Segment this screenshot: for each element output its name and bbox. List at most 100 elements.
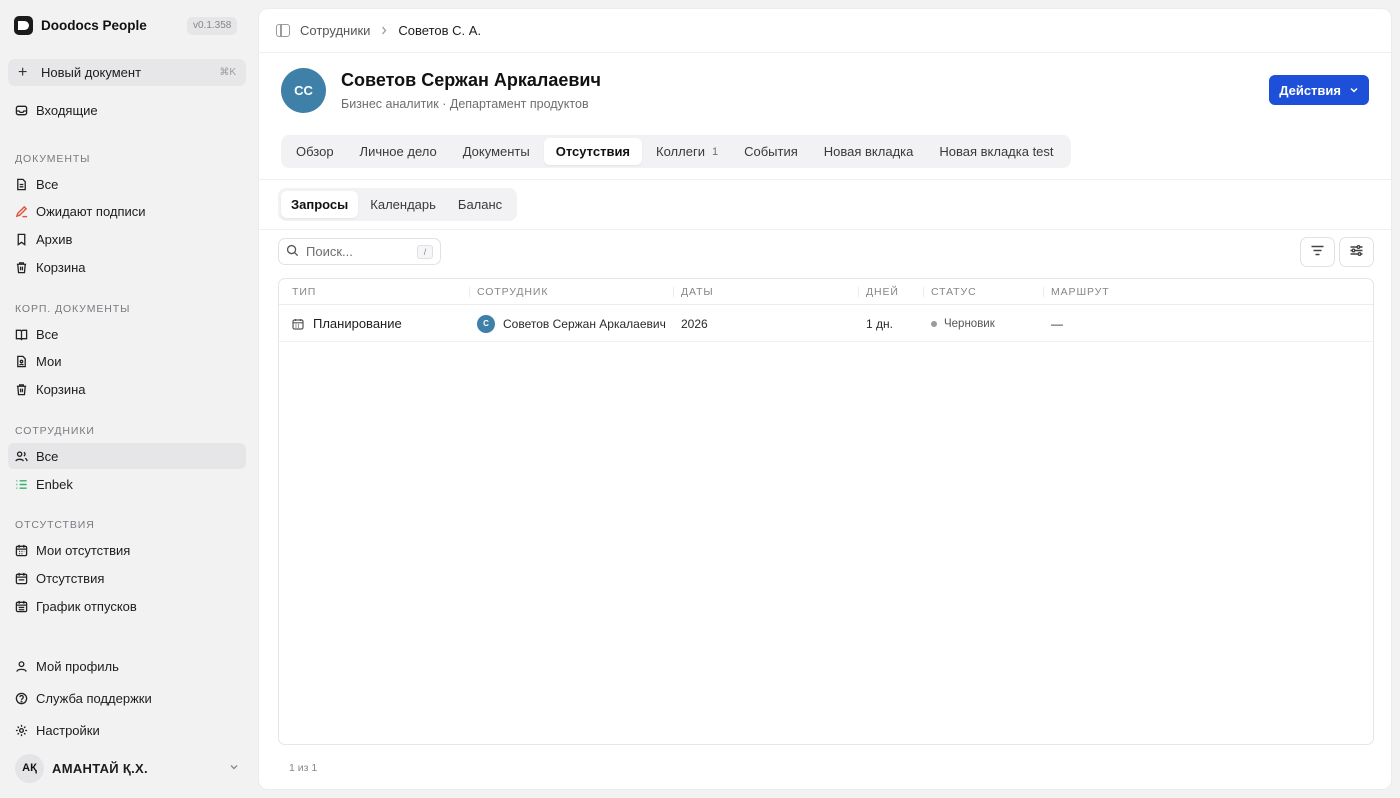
column-divider <box>469 287 470 297</box>
cell-type: Планирование <box>292 305 402 342</box>
column-route[interactable]: МАРШРУТ <box>1051 279 1110 305</box>
sidebar-item-label: Мои отсутствия <box>36 542 131 558</box>
actions-label: Действия <box>1279 82 1341 98</box>
tab-requests[interactable]: Запросы <box>281 191 359 218</box>
column-dates[interactable]: ДАТЫ <box>681 279 714 305</box>
filter-button[interactable] <box>1300 237 1335 267</box>
sidebar-item-employees-all[interactable]: Все <box>8 443 246 469</box>
tab-calendar[interactable]: Календарь <box>360 191 446 218</box>
sidebar-item-label: Корзина <box>36 259 86 275</box>
sidebar-item-label: Отсутствия <box>36 570 105 586</box>
section-employees: СОТРУДНИКИ <box>15 425 95 437</box>
brand[interactable]: Doodocs People <box>14 16 147 35</box>
user-icon <box>15 660 28 673</box>
tab-label: Баланс <box>457 197 503 212</box>
sidebar: Doodocs People v0.1.358 + Новый документ… <box>0 0 258 798</box>
chevron-down-icon <box>229 762 239 775</box>
cell-type-label: Планирование <box>313 316 402 331</box>
view-settings-button[interactable] <box>1339 237 1374 267</box>
section-documents: ДОКУМЕНТЫ <box>15 153 91 165</box>
search-icon <box>286 244 306 260</box>
calendar-days-icon <box>15 600 28 613</box>
table-row[interactable]: Планирование С Советов Сержан Аркалаевич… <box>279 305 1373 342</box>
tab-label: Обзор <box>296 144 334 159</box>
trash-icon <box>15 383 28 396</box>
sidebar-item-trash[interactable]: Корзина <box>8 254 246 280</box>
sidebar-item-vacation-schedule[interactable]: График отпусков <box>8 593 246 619</box>
tab-documents[interactable]: Документы <box>451 138 542 165</box>
sidebar-item-my-absences[interactable]: Мои отсутствия <box>8 537 246 563</box>
topbar: Сотрудники Советов С. А. <box>259 9 1391 53</box>
sidebar-item-label: Служба поддержки <box>36 690 152 706</box>
tab-label: Личное дело <box>359 144 437 159</box>
tab-events[interactable]: События <box>732 138 810 165</box>
column-divider <box>858 287 859 297</box>
tab-new-test[interactable]: Новая вкладка test <box>927 138 1065 165</box>
sidebar-item-label: Enbek <box>36 476 73 492</box>
column-days[interactable]: ДНЕЙ <box>866 279 899 305</box>
tab-colleagues[interactable]: Коллеги 1 <box>644 138 730 165</box>
sidebar-item-corp-trash[interactable]: Корзина <box>8 376 246 402</box>
search-input[interactable] <box>306 244 406 259</box>
calendar-icon <box>15 544 28 557</box>
new-document-button[interactable]: + Новый документ ⌘K <box>8 59 246 86</box>
bookmark-icon <box>15 233 28 246</box>
user-menu[interactable]: AҚ АМАНТАЙ Қ.Х. <box>8 752 246 784</box>
avatar: AҚ <box>15 753 44 783</box>
tab-overview[interactable]: Обзор <box>284 138 346 165</box>
calendar-icon <box>292 318 304 330</box>
sidebar-item-my-profile[interactable]: Мой профиль <box>8 653 246 679</box>
pen-icon <box>15 205 28 218</box>
sidebar-item-support[interactable]: Служба поддержки <box>8 685 246 711</box>
avatar: С <box>477 314 495 333</box>
cell-dates: 2026 <box>681 316 708 331</box>
sidebar-item-archive[interactable]: Архив <box>8 226 246 252</box>
tab-balance[interactable]: Баланс <box>448 191 512 218</box>
table-header: ТИП СОТРУДНИК ДАТЫ ДНЕЙ СТАТУС МАРШРУТ <box>279 279 1373 305</box>
tab-new[interactable]: Новая вкладка <box>812 138 926 165</box>
tab-personal-file[interactable]: Личное дело <box>348 138 449 165</box>
tab-absences[interactable]: Отсутствия <box>543 138 643 165</box>
sidebar-item-label: Архив <box>36 231 73 247</box>
sidebar-item-label: Мой профиль <box>36 658 119 674</box>
sidebar-item-label: Входящие <box>36 102 98 118</box>
section-absences: ОТСУТСТВИЯ <box>15 519 95 531</box>
sidebar-item-inbox[interactable]: Входящие <box>8 97 246 123</box>
breadcrumb-employees[interactable]: Сотрудники <box>300 23 370 38</box>
avatar: СС <box>281 68 326 113</box>
profile-subtitle: Бизнес аналитик · Департамент продуктов <box>341 97 589 111</box>
sidebar-item-settings[interactable]: Настройки <box>8 717 246 743</box>
sidebar-item-label: Все <box>36 176 59 192</box>
column-type[interactable]: ТИП <box>292 279 316 305</box>
document-icon <box>15 178 28 191</box>
tab-label: Запросы <box>291 197 349 212</box>
sidebar-item-absences[interactable]: Отсутствия <box>8 565 246 591</box>
sidebar-item-documents-all[interactable]: Все <box>8 171 246 197</box>
breadcrumb-current: Советов С. А. <box>398 23 482 38</box>
cell-employee-name: Советов Сержан Аркалаевич <box>503 316 666 331</box>
sidebar-item-label: Все <box>36 448 59 464</box>
column-employee[interactable]: СОТРУДНИК <box>477 279 548 305</box>
column-status[interactable]: СТАТУС <box>931 279 977 305</box>
actions-button[interactable]: Действия <box>1269 75 1369 105</box>
tab-label: Новая вкладка <box>823 144 914 159</box>
version-badge: v0.1.358 <box>187 17 238 35</box>
chevron-right-icon <box>380 24 388 38</box>
absence-subtabs: Запросы Календарь Баланс <box>278 188 518 221</box>
cell-employee: С Советов Сержан Аркалаевич <box>477 305 666 342</box>
chevron-down-icon <box>1349 83 1359 98</box>
tab-label: Отсутствия <box>555 144 631 159</box>
search-box: / <box>278 238 441 265</box>
sidebar-toggle-icon[interactable] <box>276 24 290 37</box>
sidebar-item-awaiting-signature[interactable]: Ожидают подписи <box>8 198 246 224</box>
page-title: Советов Сержан Аркалаевич <box>341 70 601 90</box>
file-user-icon <box>15 355 28 368</box>
search-shortcut-hint: / <box>417 244 433 259</box>
column-divider <box>1043 287 1044 297</box>
sidebar-item-corp-all[interactable]: Все <box>8 321 246 347</box>
section-corp-documents: КОРП. ДОКУМЕНТЫ <box>15 303 131 315</box>
sidebar-item-corp-mine[interactable]: Мои <box>8 348 246 374</box>
tab-count-badge: 1 <box>711 145 719 158</box>
cell-status: Черновик <box>931 305 995 342</box>
sidebar-item-enbek[interactable]: Enbek <box>8 471 246 497</box>
